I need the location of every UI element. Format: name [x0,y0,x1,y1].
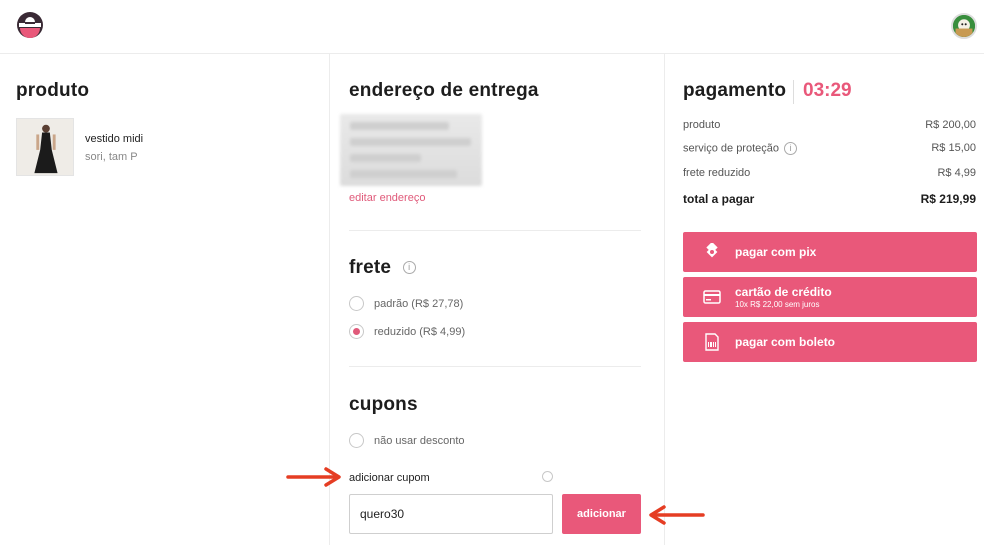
add-coupon-button[interactable]: adicionar [562,494,641,534]
summary-label-protection: serviço de proteção i [683,142,798,155]
installments-text: 10x R$ 22,00 sem juros [735,300,820,309]
column-divider-right [664,54,665,545]
shipping-address-title: endereço de entrega [349,80,539,101]
no-discount-label[interactable]: não usar desconto [374,435,465,447]
add-coupon-radio[interactable] [542,471,553,482]
product-section-title: produto [16,80,90,101]
summary-value-product: R$ 200,00 [925,119,976,131]
payment-timer: 03:29 [793,80,852,104]
product-details: sori, tam P [85,151,138,163]
pay-with-boleto-label: pagar com boleto [735,335,836,349]
freight-section-title: frete i [349,257,416,279]
coupon-code-input[interactable] [349,494,553,534]
annotation-arrow-left-icon [649,505,705,525]
pay-with-credit-card-label: cartão de crédito [735,285,832,299]
total-label: total a pagar [683,192,755,206]
total-value: R$ 219,99 [920,192,976,206]
no-discount-radio[interactable] [349,433,364,448]
product-name: vestido midi [85,133,144,145]
top-bar [0,0,984,54]
freight-option-reduced-label[interactable]: reduzido (R$ 4,99) [374,326,465,338]
pay-with-boleto-button[interactable]: pagar com boleto [683,322,977,362]
add-coupon-label[interactable]: adicionar cupom [349,472,430,484]
summary-value-freight: R$ 4,99 [937,167,976,179]
pay-with-pix-label: pagar com pix [735,245,817,259]
product-thumbnail[interactable] [16,118,74,176]
summary-label-freight: frete reduzido [683,167,751,179]
pay-with-pix-button[interactable]: pagar com pix [683,232,977,272]
annotation-arrow-right-icon [286,467,341,487]
info-icon[interactable]: i [402,261,416,275]
boleto-icon [701,333,723,351]
credit-card-icon [701,290,723,304]
payment-section-title: pagamento [683,80,787,101]
enjoei-logo-icon[interactable] [16,11,44,39]
summary-value-protection: R$ 15,00 [931,142,976,154]
freight-title-text: frete [349,257,392,278]
freight-option-standard-radio[interactable] [349,296,364,311]
coupons-section-title: cupons [349,394,418,415]
edit-address-link[interactable]: editar endereço [349,192,425,204]
pay-with-credit-card-button[interactable]: cartão de crédito 10x R$ 22,00 sem juros [683,277,977,317]
summary-label-product: produto [683,119,721,131]
blurred-address [340,114,482,186]
info-icon[interactable]: i [784,142,798,155]
user-avatar-icon[interactable] [951,13,977,39]
freight-option-standard-label[interactable]: padrão (R$ 27,78) [374,298,463,310]
pix-icon [701,243,723,261]
freight-option-reduced-radio[interactable] [349,324,364,339]
divider [349,230,641,231]
divider [349,366,641,367]
summary-label-protection-text: serviço de proteção [683,142,779,155]
